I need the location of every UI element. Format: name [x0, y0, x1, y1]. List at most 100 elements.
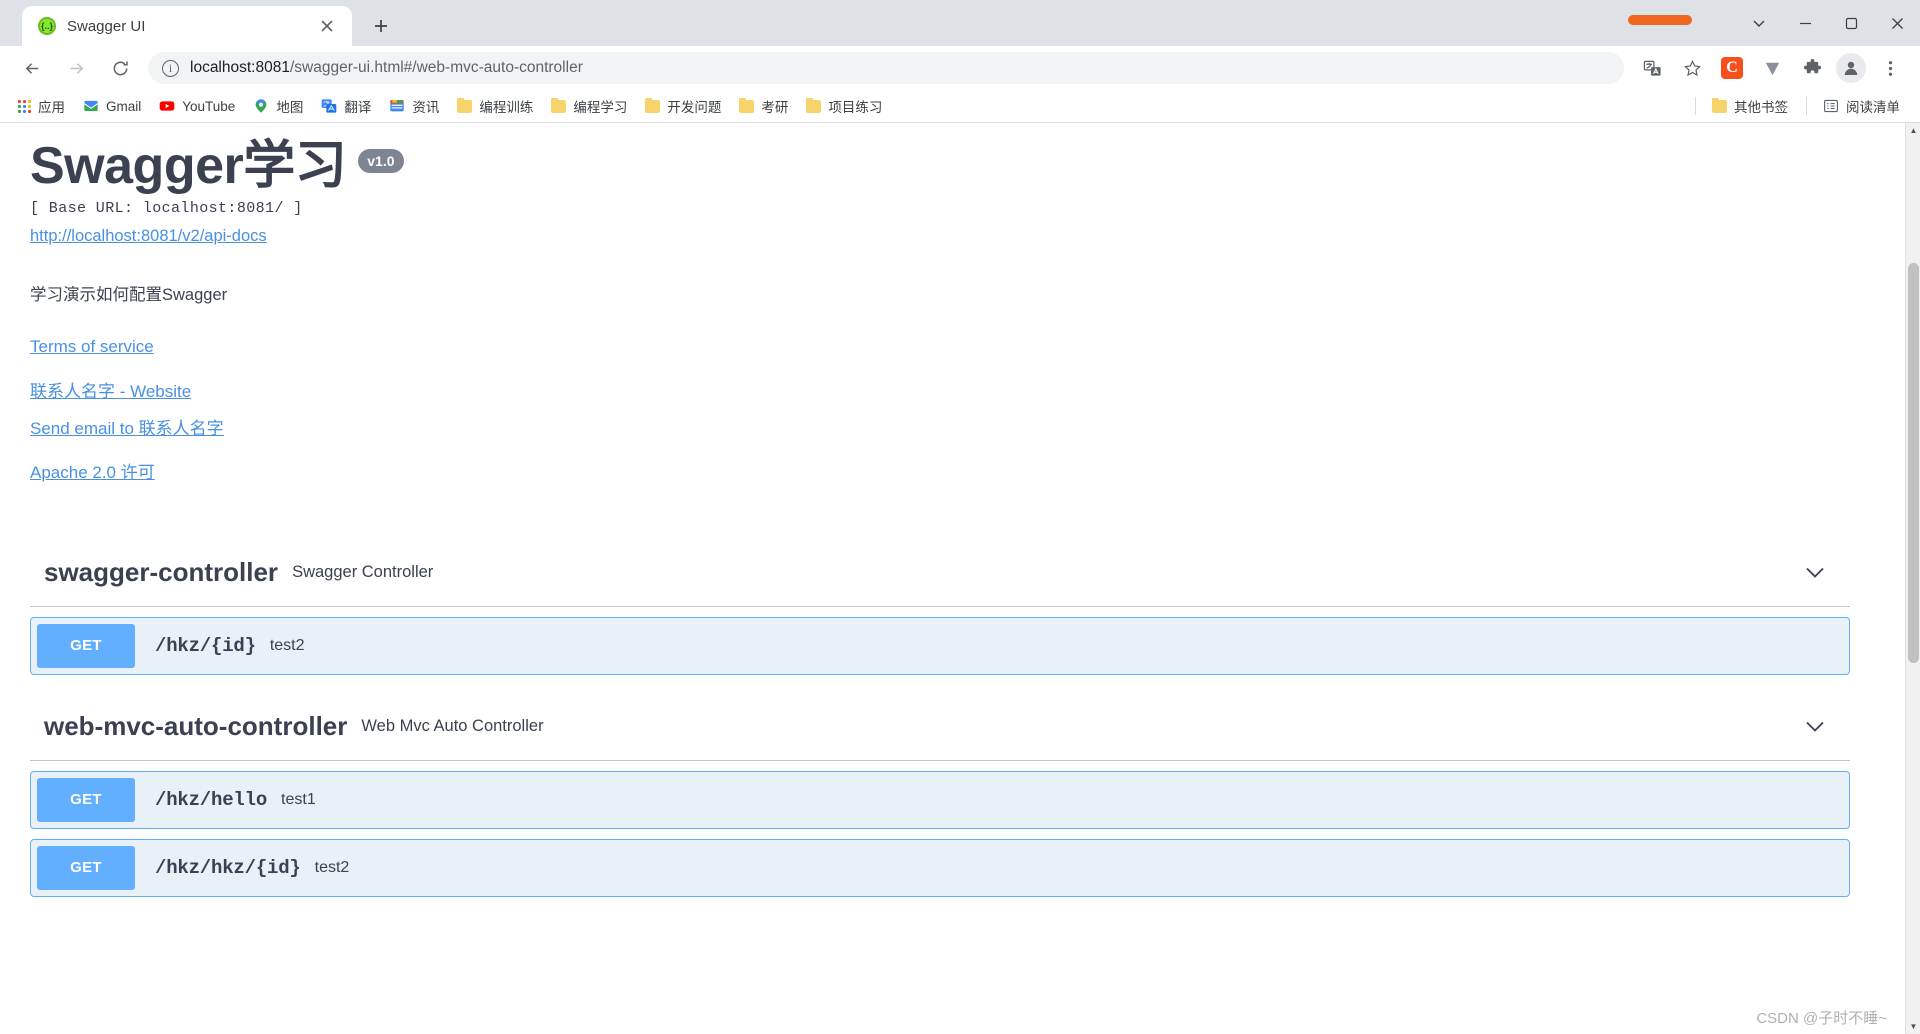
license-link[interactable]: Apache 2.0 许可	[30, 458, 1850, 483]
folder-icon	[457, 97, 473, 113]
section-tag-description: Web Mvc Auto Controller	[361, 716, 544, 735]
api-section-swagger-controller: swagger-controller Swagger Controller GE…	[30, 539, 1850, 675]
operation-row[interactable]: GET /hkz/hello test1	[30, 770, 1850, 829]
operation-summary: test1	[281, 790, 316, 808]
bookmark-other-bookmarks[interactable]: 其他书签	[1704, 93, 1796, 119]
operation-summary: test2	[314, 858, 350, 876]
bookmark-label: 考研	[761, 100, 789, 115]
bookmarks-bar: 应用 Gmail YouTube 地图 翻译 资讯 编程训练 编程学习 开发问题…	[0, 90, 1920, 123]
reload-button[interactable]	[103, 51, 137, 85]
api-docs-link[interactable]: http://localhost:8081/v2/api-docs	[30, 227, 267, 246]
reading-list-icon	[1824, 99, 1838, 113]
swagger-header: Swagger学习 v1.0	[30, 139, 1850, 194]
apps-grid-icon	[18, 99, 31, 113]
back-button[interactable]	[15, 51, 49, 85]
tab-search-icon[interactable]	[1736, 0, 1782, 46]
bookmark-label: 编程学习	[573, 100, 628, 115]
forward-button[interactable]	[59, 51, 93, 85]
bookmark-maps[interactable]: 地图	[245, 93, 311, 119]
contact-website-link[interactable]: 联系人名字 - Website	[30, 377, 1850, 402]
extension-c-icon[interactable]: C	[1715, 51, 1749, 85]
section-header[interactable]: web-mvc-auto-controller Web Mvc Auto Con…	[30, 693, 1850, 761]
bookmark-folder-programming-training[interactable]: 编程训练	[449, 93, 541, 119]
section-tag-description: Swagger Controller	[292, 562, 434, 581]
bookmark-reading-list[interactable]: 阅读清单	[1815, 93, 1908, 119]
page-scrollbar[interactable]: ▲ ▼	[1905, 123, 1920, 1034]
bookmark-label: 资讯	[412, 100, 440, 115]
bookmarks-divider-2	[1806, 97, 1807, 115]
operation-path: /hkz/hkz/{id}	[155, 856, 301, 879]
bookmark-label: 应用	[38, 100, 65, 115]
api-description: 学习演示如何配置Swagger	[30, 285, 228, 304]
scroll-down-icon[interactable]: ▼	[1906, 1019, 1920, 1034]
bookmark-apps[interactable]: 应用	[10, 93, 73, 119]
page-viewport: Swagger学习 v1.0 [ Base URL: localhost:808…	[0, 123, 1920, 1034]
contact-email-link[interactable]: Send email to 联系人名字	[30, 414, 1850, 439]
section-tag-name: swagger-controller	[44, 556, 279, 587]
tab-title: Swagger UI	[67, 17, 146, 35]
address-bar[interactable]: i localhost:8081/swagger-ui.html#/web-mv…	[148, 52, 1624, 84]
folder-icon	[739, 97, 755, 113]
url-path: /swagger-ui.html#/web-mvc-auto-controlle…	[289, 59, 583, 76]
folder-icon	[806, 97, 822, 113]
bookmark-star-icon[interactable]	[1675, 51, 1709, 85]
bookmark-label: Gmail	[106, 98, 142, 114]
bookmark-news[interactable]: 资讯	[381, 93, 447, 119]
scrollbar-thumb[interactable]	[1908, 263, 1919, 663]
bookmark-label: 翻译	[344, 100, 372, 115]
extensions-puzzle-icon[interactable]	[1795, 51, 1829, 85]
chrome-menu-icon[interactable]	[1873, 51, 1907, 85]
terms-of-service-link[interactable]: Terms of service	[30, 337, 1850, 357]
bookmark-folder-programming-study[interactable]: 编程学习	[543, 93, 635, 119]
youtube-icon	[159, 101, 175, 111]
operation-path: /hkz/hello	[155, 788, 268, 811]
close-window-button[interactable]	[1874, 0, 1920, 46]
section-tag-name: web-mvc-auto-controller	[44, 710, 348, 741]
bookmark-youtube[interactable]: YouTube	[151, 93, 243, 119]
operation-row[interactable]: GET /hkz/hkz/{id} test2	[30, 838, 1850, 897]
bookmark-folder-dev-issues[interactable]: 开发问题	[637, 93, 729, 119]
profile-avatar-icon[interactable]	[1836, 53, 1866, 83]
url-text: localhost:8081/swagger-ui.html#/web-mvc-…	[190, 59, 583, 77]
section-operations: GET /hkz/hello test1 GET /hkz/hkz/{id} t…	[30, 761, 1850, 897]
gmail-icon	[84, 100, 98, 112]
window-controls	[1628, 0, 1920, 46]
bookmark-label: 编程训练	[479, 100, 534, 115]
bookmark-folder-projects[interactable]: 项目练习	[798, 93, 890, 119]
operation-path: /hkz/{id}	[155, 634, 256, 657]
tab-strip: {..} Swagger UI	[0, 0, 1920, 46]
minimize-button[interactable]	[1782, 0, 1828, 46]
tab-search-indicator	[1628, 15, 1692, 25]
scroll-up-icon[interactable]: ▲	[1906, 123, 1920, 138]
version-badge: v1.0	[358, 149, 404, 173]
api-sections: swagger-controller Swagger Controller GE…	[30, 539, 1850, 897]
close-icon[interactable]	[314, 13, 340, 39]
bookmarks-divider	[1695, 97, 1696, 115]
section-header[interactable]: swagger-controller Swagger Controller	[30, 539, 1850, 607]
api-docs-link-wrap: http://localhost:8081/v2/api-docs	[30, 227, 1850, 246]
chevron-down-icon[interactable]	[1802, 713, 1828, 739]
http-method-badge: GET	[37, 845, 135, 890]
extension-v-icon[interactable]	[1755, 51, 1789, 85]
bookmark-gmail[interactable]: Gmail	[75, 93, 149, 119]
browser-window: {..} Swagger UI i localhost:8081/swagger…	[0, 0, 1920, 1034]
bookmark-label: YouTube	[182, 98, 236, 114]
new-tab-button[interactable]	[364, 9, 398, 43]
page-title: Swagger学习	[30, 137, 347, 195]
maximize-button[interactable]	[1828, 0, 1874, 46]
url-host: localhost:8081	[190, 59, 290, 76]
bookmark-label: 其他书签	[1734, 100, 1788, 115]
bookmark-translate[interactable]: 翻译	[313, 93, 379, 119]
info-icon[interactable]: i	[162, 59, 179, 77]
swagger-content: Swagger学习 v1.0 [ Base URL: localhost:808…	[0, 123, 1880, 897]
extension-c-label: C	[1721, 57, 1743, 79]
section-operations: GET /hkz/{id} test2	[30, 607, 1850, 675]
browser-tab-swagger-ui[interactable]: {..} Swagger UI	[22, 6, 352, 46]
operation-row[interactable]: GET /hkz/{id} test2	[30, 616, 1850, 675]
translate-icon[interactable]	[1635, 51, 1669, 85]
api-section-web-mvc-auto-controller: web-mvc-auto-controller Web Mvc Auto Con…	[30, 693, 1850, 897]
chevron-down-icon[interactable]	[1802, 559, 1828, 585]
bookmark-folder-kaoyan[interactable]: 考研	[731, 93, 796, 119]
operation-summary: test2	[269, 636, 305, 654]
folder-icon	[551, 97, 567, 113]
